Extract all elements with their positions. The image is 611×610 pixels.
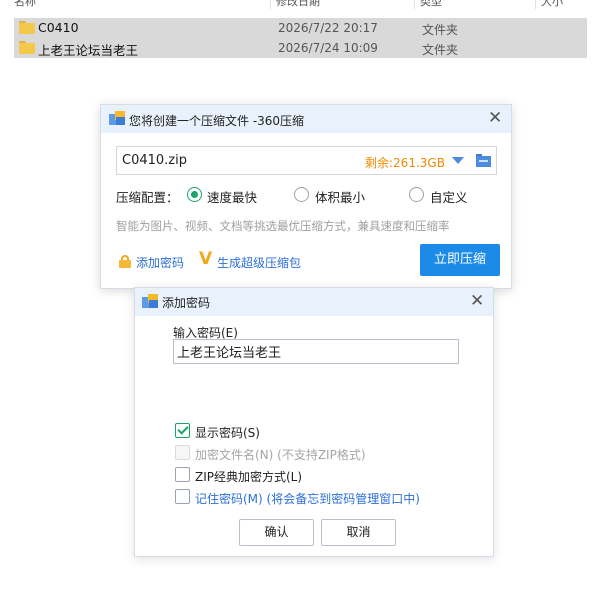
radio-fastest[interactable]: [187, 187, 202, 202]
compress-now-button[interactable]: 立即压缩: [420, 244, 500, 276]
file-date: 2026/7/22 20:17: [278, 21, 378, 35]
show-password-label[interactable]: 显示密码(S): [195, 424, 260, 441]
remember-password-checkbox[interactable]: [175, 489, 190, 504]
app-360-icon: [109, 111, 126, 126]
add-password-link[interactable]: 添加密码: [136, 254, 184, 271]
radio-smallest[interactable]: [294, 187, 309, 202]
compress-hint-text: 智能为图片、视频、文档等挑选最优压缩方式，兼具速度和压缩率: [116, 219, 450, 233]
radio-custom[interactable]: [409, 187, 424, 202]
file-type: 文件夹: [422, 43, 459, 57]
compress-dialog: 您将创建一个压缩文件 -360压缩 ✕ C0410.zip 剩余:261.3GB…: [100, 104, 512, 289]
zip-classic-encryption-checkbox[interactable]: [175, 467, 190, 482]
column-separator: [270, 0, 271, 9]
radio-smallest-label[interactable]: 体积最小: [315, 187, 365, 206]
folder-icon: [19, 21, 35, 34]
lock-icon: [119, 255, 131, 268]
explorer-column-header: 名称 修改日期 类型 大小: [0, 0, 611, 9]
compress-dialog-titlebar[interactable]: 您将创建一个压缩文件 -360压缩 ✕: [101, 105, 511, 133]
free-space-text: 剩余:261.3GB: [365, 156, 445, 170]
show-password-checkbox[interactable]: [175, 423, 190, 438]
encrypt-filename-checkbox: [175, 445, 190, 460]
app-360-icon: [142, 294, 159, 309]
desktop-window: 名称 修改日期 类型 大小 C0410 2026/7/22 20:17 文件夹 …: [0, 0, 611, 610]
file-row[interactable]: C0410 2026/7/22 20:17 文件夹: [14, 18, 587, 38]
close-icon[interactable]: ✕: [488, 110, 502, 127]
file-row[interactable]: 上老王论坛当老王 2026/7/24 10:09 文件夹: [14, 38, 587, 58]
password-dialog: 添加密码 ✕ 输入密码(E) 显示密码(S) 加密文件名(N) (不支持ZIP格…: [134, 287, 494, 557]
archive-filename: C0410.zip: [122, 153, 187, 168]
radio-fastest-label[interactable]: 速度最快: [207, 187, 257, 206]
compress-config-label: 压缩配置：: [116, 190, 179, 205]
column-separator: [535, 0, 536, 9]
radio-custom-label[interactable]: 自定义: [430, 187, 468, 206]
password-input[interactable]: [173, 339, 459, 364]
password-dialog-titlebar[interactable]: 添加密码 ✕: [135, 288, 493, 316]
column-date[interactable]: 修改日期: [276, 0, 320, 9]
encrypt-filename-label: 加密文件名(N) (不支持ZIP格式): [195, 448, 366, 462]
browse-folder-icon[interactable]: [476, 154, 491, 167]
zip-classic-encryption-label[interactable]: ZIP经典加密方式(L): [195, 468, 302, 485]
folder-icon: [19, 41, 35, 54]
file-type: 文件夹: [422, 23, 459, 37]
confirm-button[interactable]: 确认: [239, 519, 314, 546]
v-super-icon: V: [199, 249, 213, 269]
remember-password-label[interactable]: 记住密码(M) (将会备忘到密码管理窗口中): [195, 490, 420, 507]
compress-dialog-title: 您将创建一个压缩文件 -360压缩: [129, 114, 305, 128]
column-separator: [414, 0, 415, 9]
column-size[interactable]: 大小: [541, 0, 563, 9]
cancel-button[interactable]: 取消: [321, 519, 396, 546]
file-name: C0410: [38, 20, 79, 35]
file-name: 上老王论坛当老王: [38, 43, 139, 58]
archive-filename-field[interactable]: C0410.zip 剩余:261.3GB: [116, 146, 497, 175]
file-date: 2026/7/24 10:09: [278, 41, 378, 55]
password-dialog-title: 添加密码: [162, 296, 211, 310]
column-name[interactable]: 名称: [14, 0, 36, 9]
super-package-link[interactable]: 生成超级压缩包: [217, 254, 301, 271]
column-type[interactable]: 类型: [420, 0, 442, 9]
close-icon[interactable]: ✕: [470, 293, 484, 310]
dropdown-arrow-icon[interactable]: [452, 157, 464, 164]
